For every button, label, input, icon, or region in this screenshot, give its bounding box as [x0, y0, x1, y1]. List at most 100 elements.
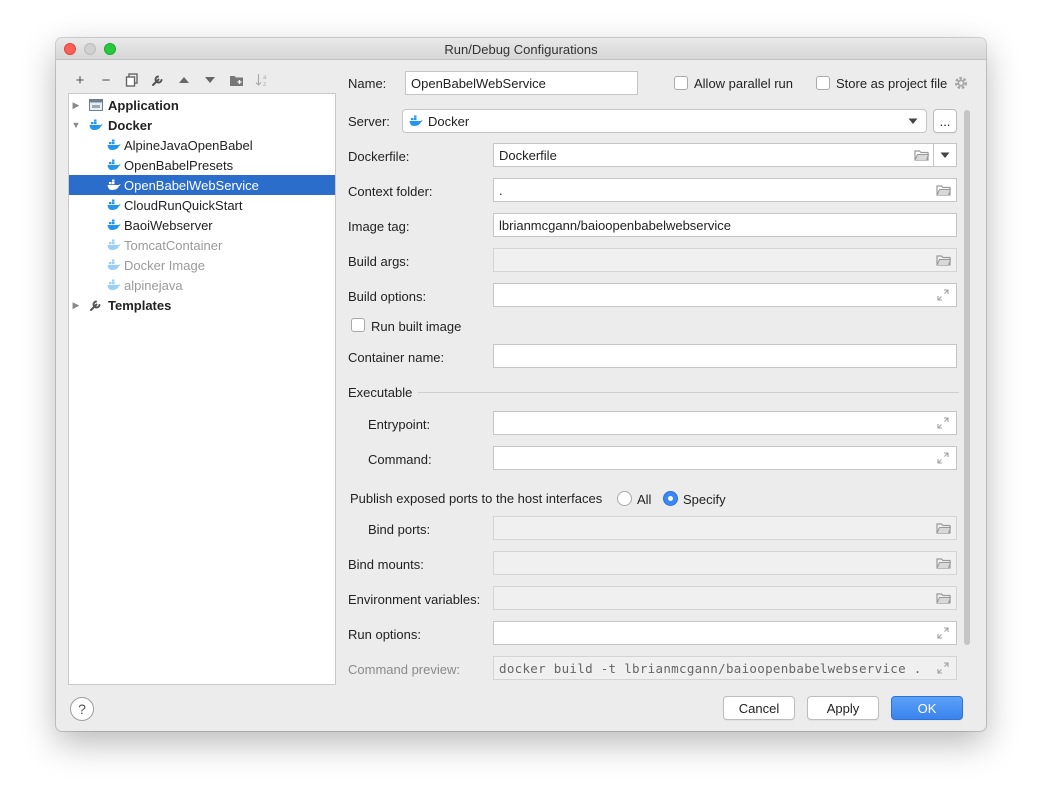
- entrypoint-label: Entrypoint:: [368, 417, 431, 432]
- application-icon: [89, 98, 103, 112]
- context-folder-label: Context folder:: [348, 184, 433, 199]
- chevron-right-icon[interactable]: ▶: [71, 100, 81, 111]
- docker-icon: [89, 118, 103, 132]
- tree-item-label: BaoiWebserver: [124, 217, 213, 233]
- help-button[interactable]: ?: [70, 697, 94, 721]
- image-tag-label: Image tag:: [348, 219, 410, 234]
- gear-icon[interactable]: [954, 76, 968, 90]
- name-input[interactable]: OpenBabelWebService: [405, 71, 638, 95]
- triangle-up-icon: [179, 77, 189, 83]
- name-label: Name:: [348, 76, 387, 91]
- ok-button[interactable]: OK: [891, 696, 963, 720]
- radio-all-label: All: [637, 492, 652, 507]
- apply-button[interactable]: Apply: [807, 696, 879, 720]
- docker-icon: [107, 198, 121, 212]
- docker-icon: [107, 238, 121, 252]
- dockerfile-input[interactable]: Dockerfile: [493, 143, 934, 167]
- move-up-button[interactable]: [174, 70, 194, 90]
- tree-group-docker[interactable]: ▼ Docker: [69, 115, 335, 135]
- tree-item-openbabelwebservice[interactable]: OpenBabelWebService: [69, 175, 335, 195]
- folder-icon[interactable]: [935, 253, 951, 267]
- server-ellipsis-button[interactable]: ...: [933, 109, 957, 133]
- command-input[interactable]: [493, 446, 957, 470]
- tree-item-label: AlpineJavaOpenBabel: [124, 137, 253, 153]
- expand-icon[interactable]: [935, 451, 951, 465]
- tree-item-cloudrunquickstart[interactable]: CloudRunQuickStart: [69, 195, 335, 215]
- docker-icon: [107, 178, 121, 192]
- env-vars-input[interactable]: [493, 586, 957, 610]
- chevron-right-icon[interactable]: ▶: [71, 300, 81, 311]
- bind-mounts-input[interactable]: [493, 551, 957, 575]
- copy-configuration-button[interactable]: [122, 70, 142, 90]
- allow-parallel-checkbox[interactable]: [674, 76, 688, 90]
- tree-group-templates[interactable]: ▶ Templates: [69, 295, 335, 315]
- run-debug-dialog: Run/Debug Configurations + − az ▶ Applic…: [56, 38, 986, 731]
- image-tag-value: lbrianmcgann/baioopenbabelwebservice: [499, 217, 731, 233]
- docker-icon: [409, 115, 423, 130]
- tree-group-label: Templates: [108, 297, 172, 313]
- tree-item-alpinejavaopenbabel[interactable]: AlpineJavaOpenBabel: [69, 135, 335, 155]
- tree-item-openbabelpresets[interactable]: OpenBabelPresets: [69, 155, 335, 175]
- tree-item-tomcatcontainer[interactable]: TomcatContainer: [69, 235, 335, 255]
- radio-specify[interactable]: [663, 491, 678, 506]
- cancel-button[interactable]: Cancel: [723, 696, 795, 720]
- run-options-input[interactable]: [493, 621, 957, 645]
- wrench-icon: [152, 75, 163, 86]
- title-bar: Run/Debug Configurations: [56, 38, 986, 60]
- window-title: Run/Debug Configurations: [444, 42, 598, 57]
- minus-icon: −: [101, 71, 111, 89]
- build-options-input[interactable]: [493, 283, 957, 307]
- image-tag-input[interactable]: lbrianmcgann/baioopenbabelwebservice: [493, 213, 957, 237]
- tree-item-docker-image[interactable]: Docker Image: [69, 255, 335, 275]
- entrypoint-input[interactable]: [493, 411, 957, 435]
- context-folder-input[interactable]: .: [493, 178, 957, 202]
- docker-icon: [107, 138, 121, 152]
- move-down-button[interactable]: [200, 70, 220, 90]
- tree-group-application[interactable]: ▶ Application: [69, 95, 335, 115]
- folder-icon[interactable]: [935, 556, 951, 570]
- expand-icon[interactable]: [935, 416, 951, 430]
- folder-icon[interactable]: [935, 591, 951, 605]
- container-name-input[interactable]: [493, 344, 957, 368]
- svg-text:a: a: [263, 74, 267, 81]
- radio-all[interactable]: [617, 491, 632, 506]
- new-folder-button[interactable]: [226, 70, 246, 90]
- server-select[interactable]: Docker: [402, 109, 927, 133]
- executable-section-label: Executable: [348, 385, 413, 400]
- folder-icon[interactable]: [935, 521, 951, 535]
- bind-ports-input[interactable]: [493, 516, 957, 540]
- container-name-label: Container name:: [348, 350, 445, 365]
- build-args-input[interactable]: [493, 248, 957, 272]
- tree-item-label: Docker Image: [124, 257, 205, 273]
- tree-item-alpinejava[interactable]: alpinejava: [69, 275, 335, 295]
- edit-defaults-button[interactable]: [148, 70, 168, 90]
- folder-icon[interactable]: [913, 148, 929, 162]
- build-args-label: Build args:: [348, 254, 410, 269]
- executable-divider: [418, 392, 959, 393]
- run-built-image-checkbox[interactable]: [351, 318, 365, 332]
- sort-alpha-icon: az: [255, 74, 267, 87]
- radio-specify-label: Specify: [683, 492, 726, 507]
- sort-button[interactable]: az: [252, 70, 272, 90]
- expand-icon[interactable]: [935, 288, 951, 302]
- plus-icon: +: [75, 71, 85, 89]
- store-project-checkbox[interactable]: [816, 76, 830, 90]
- name-value: OpenBabelWebService: [411, 75, 546, 91]
- tree-item-label: OpenBabelWebService: [124, 177, 259, 193]
- expand-icon[interactable]: [935, 661, 951, 675]
- command-preview-field: docker build -t lbrianmcgann/baioopenbab…: [493, 656, 957, 680]
- dockerfile-dropdown-button[interactable]: [933, 143, 957, 167]
- wrench-icon: [89, 298, 103, 312]
- folder-icon[interactable]: [935, 183, 951, 197]
- command-preview-value: docker build -t lbrianmcgann/baioopenbab…: [499, 660, 922, 676]
- expand-icon[interactable]: [935, 626, 951, 640]
- bind-ports-label: Bind ports:: [368, 522, 431, 537]
- tree-group-label: Docker: [108, 117, 153, 133]
- add-configuration-button[interactable]: +: [70, 70, 90, 90]
- chevron-down-icon[interactable]: ▼: [71, 120, 81, 130]
- remove-configuration-button[interactable]: −: [96, 70, 116, 90]
- docker-icon: [107, 218, 121, 232]
- tree-item-baoiwebserver[interactable]: BaoiWebserver: [69, 215, 335, 235]
- docker-icon: [107, 258, 121, 272]
- form-scrollbar[interactable]: [964, 110, 970, 645]
